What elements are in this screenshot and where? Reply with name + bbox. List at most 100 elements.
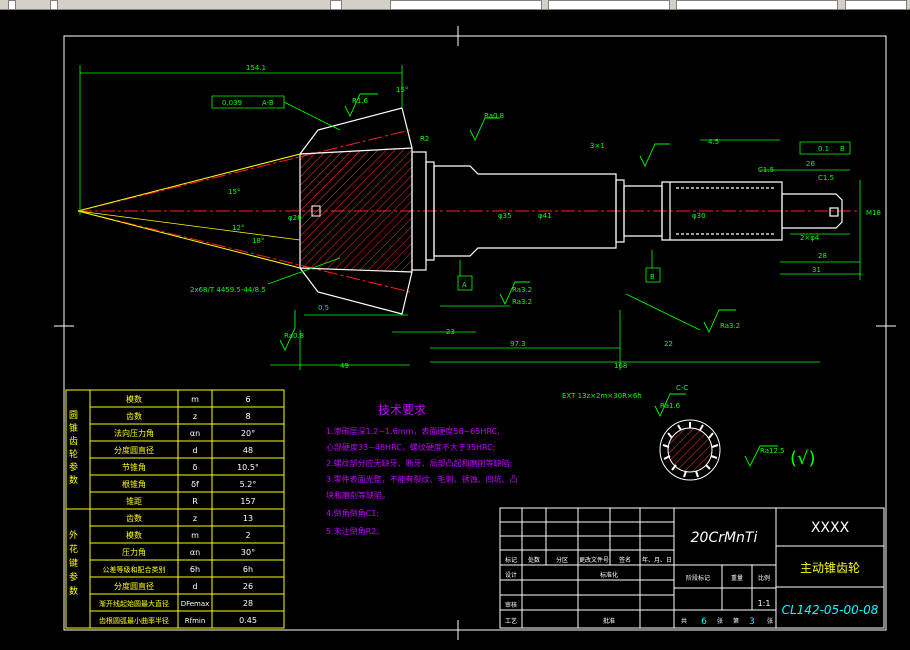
technical-notes: 技术要求 1.渗碳层深1.2~1.6mm，表面硬度58~65HRC, 心部硬度3… [326,403,518,536]
dim-text: Ra12.5 [760,447,785,455]
dim-text: 12° [232,224,244,232]
param-name: 模数 [126,394,142,404]
tb-header: 设计 [505,571,517,579]
param-value: 8 [245,412,250,421]
param-symbol: δ [193,463,198,472]
param-value: 13 [243,514,253,523]
param-symbol: z [193,412,197,421]
tool-icon[interactable] [330,0,342,10]
param-name: 法向压力角 [114,428,154,438]
note-line: 5.未注倒角R2。 [326,526,384,536]
param-value: 48 [243,446,253,455]
drawing-number: CL142-05-00-08 [782,603,879,617]
param-symbol: z [193,514,197,523]
window-tab[interactable] [676,0,838,10]
param-name: 节锥角 [122,462,146,472]
param-name: 锥距 [126,496,142,506]
dim-text: 18° [252,237,264,245]
roughness-general: (√) [790,448,816,469]
param-value: 28 [243,599,253,608]
param-symbol: δf [191,480,199,489]
tb-header: 比例 [758,574,770,582]
group-label-spline: 外花键参数 [67,529,78,600]
dim-text: 28 [818,252,827,260]
section-label: C-C [676,384,688,392]
tb-header: 分区 [556,556,568,564]
tb-header: 张 [767,617,773,625]
window-tab[interactable] [845,0,907,10]
param-value: 5.2° [240,480,257,489]
param-value: 30° [241,548,255,557]
param-symbol: αn [190,548,200,557]
param-value: 10.5° [237,463,259,472]
spline-spec: EXT 13z×2m×30R×6h [562,392,642,400]
tb-header: 审核 [505,601,517,609]
note-line: 心部硬度33~48HRC，螺纹硬度不大于35HRC; [326,442,495,452]
param-value: 20° [241,429,255,438]
param-symbol: 6h [190,565,200,574]
tb-header: 更改文件号 [579,556,609,564]
dim-text: M18 [866,209,881,217]
dim-text: 15° [228,188,240,196]
tb-header: 标记 [505,556,517,564]
material: 20CrMnTi [691,530,758,546]
param-name: 渐开线起始圆最大直径 [99,599,169,608]
dim-text: 15° [396,86,408,94]
param-symbol: d [192,582,197,591]
dim-text: φ41 [538,212,552,220]
window-tab[interactable] [390,0,542,10]
centerline [77,129,860,293]
dim-text: C1.5 [818,174,834,182]
dim-text: Ra0.8 [484,112,504,120]
param-symbol: m [191,395,199,404]
param-value: 157 [240,497,255,506]
note-line: 2.螺纹部分应无缺牙、断牙、局部凸起和磨削等缺陷; [326,458,512,468]
dim-text: 168 [614,362,627,370]
sheet-number: 3 [749,617,755,627]
dim-text: 26 [806,160,815,168]
param-symbol: DFemax [181,600,210,608]
dim-text: φ26 [288,214,302,222]
note-line: 1.渗碳层深1.2~1.6mm，表面硬度58~65HRC, [326,426,500,436]
dim-text: Ra3.2 [512,298,532,306]
param-symbol: d [192,446,197,455]
param-name: 模数 [126,530,142,540]
dim-text: R1.6 [352,97,369,105]
dim-text: 97.3 [510,340,526,348]
dim-text: φ35 [498,212,512,220]
application-toolbar [0,0,910,10]
tolerance-datum: B [840,145,845,153]
param-name: 根锥角 [122,479,146,489]
tb-header: 共 [681,617,687,625]
scale: 1:1 [758,599,771,608]
param-name: 压力角 [122,547,146,557]
dim-text: 0.5 [318,304,329,312]
drawing-canvas[interactable]: 154.1 R2 15° 15° 12° 18° φ26 R1.6 Ra3.2 … [0,10,910,650]
dim-text: Ra0.8 [284,332,304,340]
param-name: 公差等级和配合类别 [103,565,166,574]
tolerance-value: 0.1 [818,145,829,153]
tool-icon[interactable] [50,0,58,10]
tool-icon[interactable] [8,0,16,10]
param-symbol: m [191,531,199,540]
dim-text: 49 [340,362,349,370]
param-symbol: R [192,497,198,506]
window-tab[interactable] [548,0,670,10]
tb-header: 重量 [731,574,743,582]
tolerance-value: 0.039 [222,99,242,107]
note-line: 3.零件表面光整，不能有裂纹、毛刺、锈蚀、凹坑、凸 [326,474,518,484]
surface-roughness-symbols [279,93,778,468]
tb-header: 工艺 [505,617,517,625]
title-block: 20CrMnTi XXXX 主动锥齿轮 CL142-05-00-08 1:1 标… [499,507,885,629]
dim-text: 22 [664,340,673,348]
dim-text: 31 [812,266,821,274]
group-label-gear: 圆锥齿轮参数 [67,410,78,488]
dim-text: 4.5 [708,138,719,146]
datum-label: B [650,273,655,281]
param-value: 26 [243,582,253,591]
tb-header: 年、月、日 [642,556,672,564]
tb-header: 批准 [603,617,615,625]
dim-text: 3×1 [590,142,605,150]
param-name: 分度圆直径 [114,581,154,591]
dim-text: Ra3.2 [512,286,532,294]
